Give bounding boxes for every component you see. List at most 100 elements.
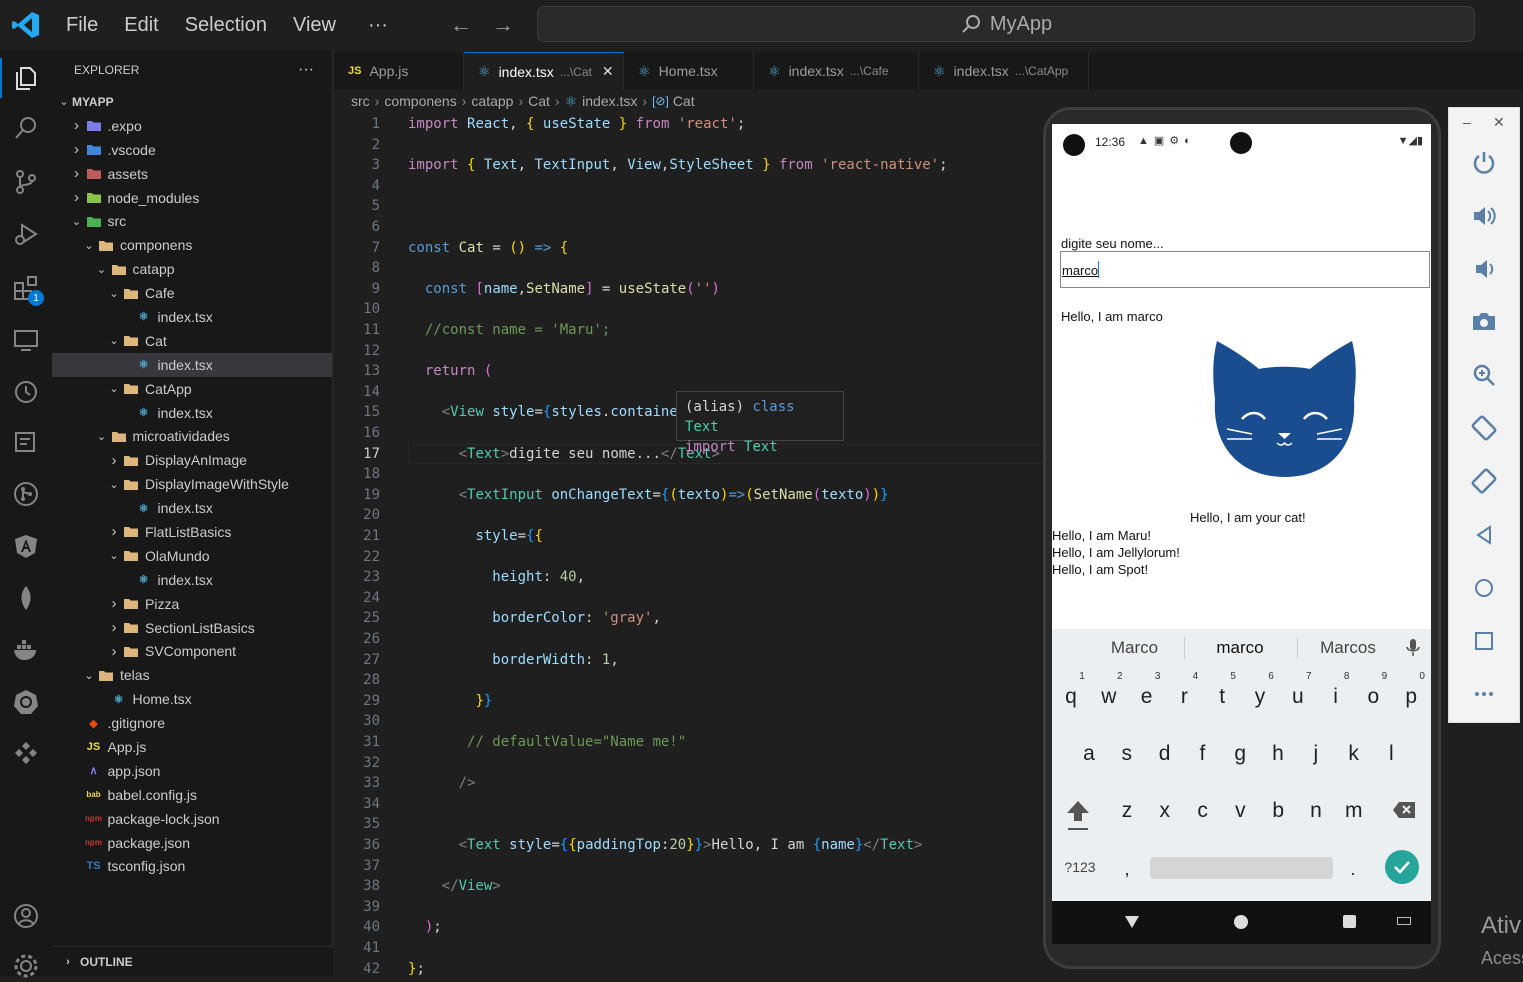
backspace-icon[interactable] [1392, 801, 1416, 824]
tab-1[interactable]: ⚛ index.tsx ...\Cat ✕ [464, 52, 624, 90]
tab-4[interactable]: ⚛ index.tsx ...\CatApp [919, 52, 1089, 90]
camera-icon[interactable] [1467, 304, 1501, 338]
tree-item[interactable]: JS App.js [52, 735, 332, 759]
back-arrow-icon[interactable]: ← [450, 12, 472, 38]
tree-item[interactable]: › SectionListBasics [52, 616, 332, 640]
key-j[interactable]: j [1301, 742, 1331, 766]
mongodb-leaf-icon[interactable] [10, 582, 42, 614]
nav-keyboard-icon[interactable] [1397, 917, 1411, 925]
timeline-icon[interactable] [10, 376, 42, 408]
tree-item[interactable]: › FlatListBasics [52, 520, 332, 544]
git-graph-icon[interactable] [10, 478, 42, 510]
key-s[interactable]: s [1112, 742, 1142, 766]
key-w[interactable]: w [1094, 685, 1124, 709]
key-l[interactable]: l [1376, 742, 1406, 766]
breadcrumb-file[interactable]: index.tsx [582, 93, 637, 109]
accounts-icon[interactable] [10, 900, 42, 932]
tab-0[interactable]: JS App.js [334, 52, 464, 90]
key-u[interactable]: u [1283, 685, 1313, 709]
tree-item[interactable]: ⚛ Home.tsx [52, 687, 332, 711]
period-key[interactable]: . [1338, 859, 1368, 880]
name-input[interactable]: marco [1060, 251, 1430, 288]
overview-icon[interactable] [1467, 624, 1501, 658]
menu-more-icon[interactable]: ··· [368, 14, 388, 37]
tab-2[interactable]: ⚛ Home.tsx [624, 52, 754, 90]
key-b[interactable]: b [1263, 799, 1293, 823]
command-center-search[interactable]: MyApp [537, 6, 1475, 42]
key-o[interactable]: o [1358, 685, 1388, 709]
rotate-left-icon[interactable] [1467, 411, 1501, 445]
forward-arrow-icon[interactable]: → [492, 12, 514, 38]
more-options-icon[interactable] [1467, 677, 1501, 711]
tree-item[interactable]: ⚛ index.tsx [52, 496, 332, 520]
tree-item[interactable]: ⌄ CatApp [52, 377, 332, 401]
menu-file[interactable]: File [66, 14, 98, 37]
nav-recents-icon[interactable] [1343, 915, 1356, 928]
tree-item[interactable]: › node_modules [52, 186, 332, 210]
key-i[interactable]: i [1321, 685, 1351, 709]
volume-up-icon[interactable] [1467, 199, 1501, 233]
tree-item[interactable]: ◆ .gitignore [52, 711, 332, 735]
rotate-right-icon[interactable] [1467, 464, 1501, 498]
tree-item[interactable]: ⌄ OlaMundo [52, 544, 332, 568]
key-e[interactable]: e [1132, 685, 1162, 709]
key-m[interactable]: m [1339, 799, 1369, 823]
home-icon[interactable] [1467, 571, 1501, 605]
tree-item[interactable]: ⚛ index.tsx [52, 401, 332, 425]
nav-back-icon[interactable] [1124, 915, 1140, 934]
tree-item[interactable]: › .expo [52, 114, 332, 138]
tree-item[interactable]: npm package-lock.json [52, 807, 332, 831]
tree-item[interactable]: ∧ app.json [52, 759, 332, 783]
tree-item[interactable]: ⌄ telas [52, 663, 332, 687]
remote-explorer-icon[interactable] [10, 324, 42, 356]
angular-icon[interactable] [10, 530, 42, 562]
key-p[interactable]: p [1396, 685, 1426, 709]
confirm-check-icon[interactable] [1385, 850, 1419, 884]
symbols-key[interactable]: ?123 [1060, 859, 1100, 875]
tree-item[interactable]: ⚛ index.tsx [52, 305, 332, 329]
key-n[interactable]: n [1301, 799, 1331, 823]
key-h[interactable]: h [1263, 742, 1293, 766]
microphone-icon[interactable] [1404, 638, 1422, 663]
key-c[interactable]: c [1188, 799, 1218, 823]
run-debug-icon[interactable] [10, 218, 42, 250]
tree-item[interactable]: ⌄ Cat [52, 329, 332, 353]
extension-diamonds-icon[interactable] [10, 738, 42, 770]
close-tab-icon[interactable]: ✕ [602, 63, 614, 80]
notes-icon[interactable] [10, 426, 42, 458]
minimize-icon[interactable]: – [1463, 114, 1471, 130]
comma-key[interactable]: , [1112, 859, 1142, 880]
suggestion-1[interactable]: Marco [1072, 629, 1197, 667]
close-icon[interactable]: ✕ [1493, 114, 1505, 131]
key-k[interactable]: k [1339, 742, 1369, 766]
tab-3[interactable]: ⚛ index.tsx ...\Cafe [754, 52, 919, 90]
menu-view[interactable]: View [293, 14, 336, 37]
tree-item[interactable]: › SVComponent [52, 639, 332, 663]
key-x[interactable]: x [1150, 799, 1180, 823]
key-f[interactable]: f [1187, 742, 1217, 766]
space-key[interactable] [1150, 857, 1333, 879]
code-editor[interactable]: 1 import React, { useState } from 'react'… [334, 114, 1044, 977]
tree-item[interactable]: ⌄ catapp [52, 257, 332, 281]
suggestion-3[interactable]: Marcos [1298, 629, 1398, 667]
tree-item[interactable]: ⌄ src [52, 209, 332, 233]
breadcrumb-catapp[interactable]: catapp [471, 93, 513, 109]
key-q[interactable]: q [1056, 685, 1086, 709]
tree-item[interactable]: ⚛ index.tsx [52, 352, 332, 377]
breadcrumb-cat[interactable]: Cat [528, 93, 550, 109]
suggestion-2[interactable]: marco [1185, 629, 1295, 667]
extensions-icon[interactable]: 1 [10, 272, 44, 306]
kubernetes-icon[interactable] [10, 686, 42, 718]
zoom-icon[interactable] [1467, 358, 1501, 392]
tree-item[interactable]: bab babel.config.js [52, 783, 332, 807]
settings-gear-icon[interactable] [10, 950, 42, 982]
key-d[interactable]: d [1150, 742, 1180, 766]
tree-item[interactable]: › .vscode [52, 138, 332, 162]
nav-home-icon[interactable] [1234, 915, 1248, 929]
key-r[interactable]: r [1169, 685, 1199, 709]
breadcrumb-symbol[interactable]: Cat [673, 93, 695, 109]
outline-section[interactable]: › OUTLINE [52, 946, 333, 976]
tree-item[interactable]: npm package.json [52, 831, 332, 855]
key-y[interactable]: y [1245, 685, 1275, 709]
key-t[interactable]: t [1207, 685, 1237, 709]
